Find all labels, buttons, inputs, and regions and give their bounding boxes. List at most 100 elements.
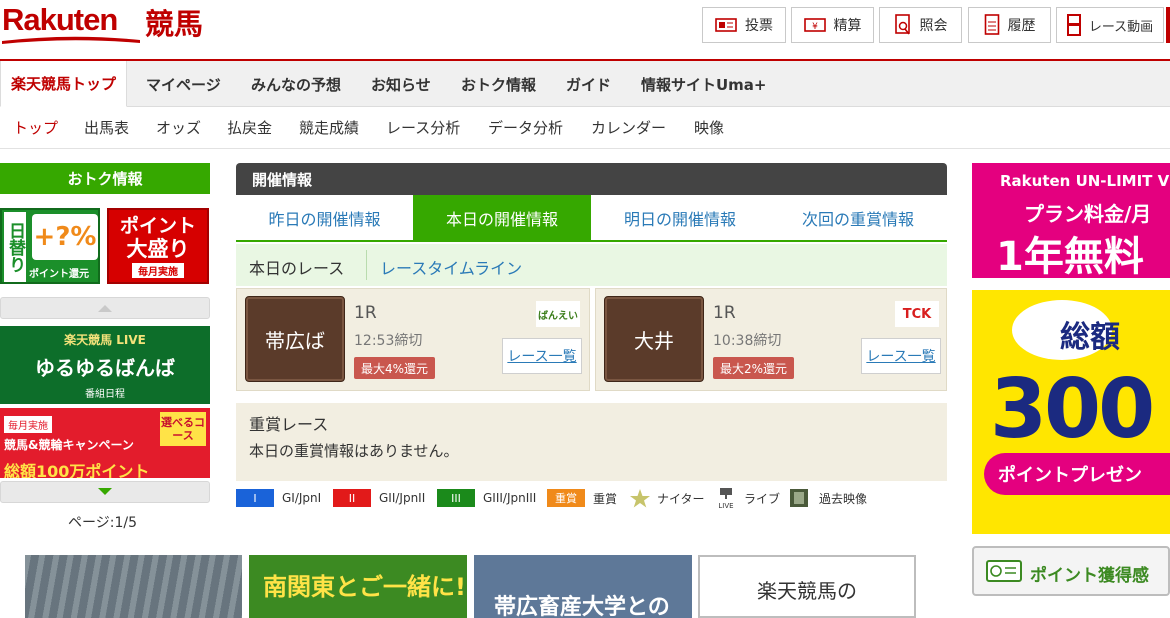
minami-kanto-text: 南関東とご一緒に! (263, 573, 466, 601)
photo-texture (25, 555, 242, 618)
race-card-oi[interactable]: 大井 1R 10:38締切 最大2%還元 TCK レース一覧 (595, 288, 947, 391)
juusho-message: 本日の重賞情報はありません。 (249, 442, 459, 460)
nighter-label: ナイター (657, 491, 705, 506)
nav-uma-plus[interactable]: 情報サイトUma+ (641, 61, 767, 107)
svg-text:¥: ¥ (812, 22, 818, 32)
unlimit-line1: プラン料金/月 (1024, 202, 1152, 226)
subnav-top[interactable]: トップ (13, 117, 58, 138)
settlement-button[interactable]: ¥ 精算 (791, 7, 874, 43)
points-amount: 300 (990, 362, 1155, 457)
g1-badge: I (236, 489, 274, 507)
yuruyuru-sub: 番組日程 (85, 388, 125, 400)
bottom-tile-rakuten-keiba[interactable]: 楽天競馬の (698, 555, 916, 618)
race-deadline: 12:53締切 (354, 333, 423, 349)
rate-badge: 最大4%還元 (354, 357, 436, 379)
tab-today[interactable]: 本日の開催情報 (413, 195, 591, 240)
nav-guide[interactable]: ガイド (566, 61, 611, 107)
nav-keiba-top[interactable]: 楽天競馬トップ (0, 61, 128, 107)
live-label: ライブ (744, 491, 781, 506)
race-video-button[interactable]: レース動画 (1056, 7, 1164, 43)
race-timeline-link[interactable]: レースタイムライン (380, 255, 522, 279)
inquiry-button[interactable]: 照会 (879, 7, 962, 43)
tab-next-grade[interactable]: 次回の重賞情報 (769, 195, 947, 240)
film-icon (790, 489, 808, 507)
campaign-badge: 選べるコース (160, 412, 206, 446)
yuruyuru-banba-banner[interactable]: 楽天競馬 LIVE ゆるゆるばんば 番組日程 (0, 326, 210, 404)
subnav-payouts[interactable]: 払戻金 (227, 117, 272, 138)
nav-otoku[interactable]: おトク情報 (461, 61, 536, 107)
point-oomori-banner[interactable]: ポイント 大盛り 毎月実施 (107, 208, 209, 284)
point-earn-button[interactable]: ポイント獲得感 (972, 546, 1170, 596)
subnav-data-analysis[interactable]: データ分析 (488, 117, 563, 138)
keiba-keirin-campaign-banner[interactable]: 毎月実施 競馬&競輪キャンペーン 選べるコース 総額100万ポイント (0, 408, 210, 478)
bottom-tile-minami-kanto[interactable]: 南関東とご一緒に! (249, 555, 467, 618)
venue-button[interactable]: 大井 (604, 296, 704, 382)
point-earn-label: ポイント獲得感 (1030, 566, 1149, 586)
inquiry-label: 照会 (919, 18, 948, 34)
subnav-results[interactable]: 競走成績 (299, 117, 359, 138)
logo-text: Rakuten (2, 2, 118, 37)
race-list-link[interactable]: レース一覧 (502, 338, 582, 374)
nav-news[interactable]: お知らせ (371, 61, 431, 107)
rakuten-keiba-logo[interactable]: Rakuten 競馬 (0, 0, 215, 48)
obihiro-univ-text: 帯広畜産大学との (494, 595, 670, 618)
subnav-calendar[interactable]: カレンダー (591, 117, 666, 138)
bottom-tile-photo[interactable] (25, 555, 242, 618)
vote-label: 投票 (745, 18, 773, 34)
star-icon (630, 489, 650, 508)
legend-g3: III GIII/JpnIII (437, 488, 536, 508)
oomori-sub: 毎月実施 (132, 262, 184, 278)
rate-badge: 最大2%還元 (713, 357, 795, 379)
unlimit-brand: Rakuten UN-LIMIT V (1000, 172, 1170, 190)
race-video-label: レース動画 (1088, 19, 1154, 35)
campaign-tag: 毎月実施 (4, 416, 52, 433)
header-edge (1166, 7, 1170, 43)
point-card-icon (986, 560, 1022, 582)
race-list-link[interactable]: レース一覧 (861, 338, 941, 374)
banner-scroll-up-button[interactable] (0, 297, 210, 319)
daily-point-banner[interactable]: 日替り +?% ポイント還元 (0, 208, 100, 284)
unlimit-ad-banner[interactable]: Rakuten UN-LIMIT V プラン料金/月 1年無料 (972, 163, 1170, 278)
live-label: 楽天競馬 LIVE (64, 332, 146, 347)
points-present-label: ポイントプレゼン (984, 453, 1170, 495)
banner-scroll-down-button[interactable] (0, 481, 210, 503)
tab-yesterday[interactable]: 昨日の開催情報 (236, 195, 413, 240)
ticket-icon (715, 17, 737, 33)
search-doc-icon (894, 14, 912, 36)
points-300-ad-banner[interactable]: 総額 300 ポイントプレゼン (972, 290, 1170, 534)
legend-live: LIVE ライブ (716, 488, 781, 509)
history-button[interactable]: 履歴 (968, 7, 1051, 43)
juusho-badge: 重賞 (547, 489, 585, 507)
yen-icon: ¥ (803, 17, 826, 33)
venue-logo: ばんえい (536, 301, 580, 327)
g2-badge: II (333, 489, 371, 507)
legend-nighter: ナイター (629, 488, 705, 508)
logo-kanji: 競馬 (145, 7, 204, 41)
today-race-row: 本日のレース レースタイムライン (236, 244, 947, 286)
subnav-entries[interactable]: 出馬表 (84, 117, 129, 138)
today-race-label: 本日のレース (249, 259, 345, 278)
bottom-tile-obihiro-univ[interactable]: 帯広畜産大学との (474, 555, 692, 618)
history-label: 履歴 (1007, 18, 1036, 34)
subnav-odds[interactable]: オッズ (156, 117, 201, 138)
unlimit-line2: 1年無料 (996, 234, 1144, 278)
vote-button[interactable]: 投票 (702, 7, 786, 43)
sub-nav: トップ 出馬表 オッズ 払戻金 競走成績 レース分析 データ分析 カレンダー 映… (0, 107, 1170, 149)
daily-point-symbol: +?% (32, 214, 98, 260)
juusho-section: 重賞レース 本日の重賞情報はありません。 (236, 403, 947, 481)
juusho-title: 重賞レース (249, 415, 329, 434)
daily-point-sub: ポイント還元 (29, 269, 89, 280)
oomori-line2: 大盛り (126, 236, 190, 261)
nav-minna-yosou[interactable]: みんなの予想 (251, 61, 341, 107)
race-card-obihiro[interactable]: 帯広ば 1R 12:53締切 最大4%還元 ばんえい レース一覧 (236, 288, 590, 391)
kaisai-tabs: 昨日の開催情報 本日の開催情報 明日の開催情報 次回の重賞情報 (236, 195, 947, 242)
g2-label: GII/JpnII (379, 491, 426, 505)
nav-mypage[interactable]: マイページ (146, 61, 221, 107)
tab-tomorrow[interactable]: 明日の開催情報 (591, 195, 769, 240)
g3-badge: III (437, 489, 475, 507)
live-icon: LIVE (718, 488, 734, 509)
subnav-race-analysis[interactable]: レース分析 (386, 117, 460, 138)
subnav-video[interactable]: 映像 (694, 117, 724, 138)
past-video-label: 過去映像 (819, 491, 868, 506)
venue-button[interactable]: 帯広ば (245, 296, 345, 382)
